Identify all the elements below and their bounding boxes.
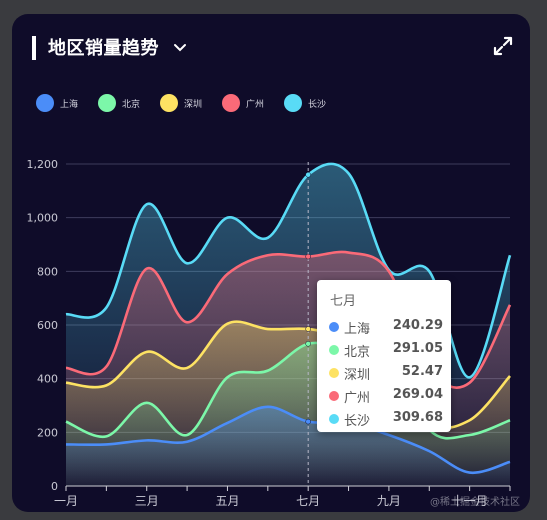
tooltip-value: 52.47 xyxy=(401,364,443,379)
y-tick-label: 1,200 xyxy=(27,158,59,171)
tooltip-row: 长沙 309.68 xyxy=(329,409,443,429)
x-tick-label: 三月 xyxy=(135,494,159,508)
y-tick-label: 400 xyxy=(37,373,58,386)
y-tick-label: 600 xyxy=(37,319,58,332)
watermark: @稀土掘金技术社区 xyxy=(430,497,520,508)
tooltip-series-name: 上海 xyxy=(344,322,371,337)
tooltip-value: 291.05 xyxy=(392,341,443,356)
hover-point-2 xyxy=(305,326,311,332)
x-tick-label: 一月 xyxy=(54,494,78,508)
tooltip-value: 269.04 xyxy=(392,387,443,402)
tooltip-series-name: 长沙 xyxy=(344,414,371,429)
tooltip-swatch xyxy=(329,414,339,424)
chart-card: 地区销量趋势 上海 北京 深圳 广州 长沙 0 200 400 600 800 1,000 1,20… xyxy=(12,14,530,512)
tooltip-value: 309.68 xyxy=(392,410,443,425)
tooltip-row: 广州 269.04 xyxy=(329,386,443,406)
tooltip-row: 北京 291.05 xyxy=(329,340,443,360)
tooltip-title: 七月 xyxy=(330,294,357,309)
hover-point-0 xyxy=(305,418,311,425)
tooltip-swatch xyxy=(329,391,339,401)
tooltip-row: 上海 240.29 xyxy=(329,317,443,337)
x-tick-label: 五月 xyxy=(215,494,239,508)
chart-plot: 02004006008001,0001,200一月 三月 五月 七月 九月 十一月 xyxy=(27,158,512,508)
y-tick-label: 800 xyxy=(37,265,58,278)
tooltip-series-name: 广州 xyxy=(344,391,371,406)
tooltip-series-name: 北京 xyxy=(344,345,371,360)
chart-tooltip: 七月 上海 240.29 北京 291.05 深圳 52.47 广州 269.04 长沙 309.… xyxy=(317,280,451,432)
y-tick-label: 0 xyxy=(51,480,58,493)
y-tick-label: 1,000 xyxy=(27,212,59,225)
hover-point-4 xyxy=(305,171,311,178)
hover-point-1 xyxy=(305,341,311,347)
tooltip-swatch xyxy=(329,368,339,378)
x-tick-label: 九月 xyxy=(377,494,401,508)
y-tick-label: 200 xyxy=(37,426,58,439)
tooltip-value: 240.29 xyxy=(392,318,443,333)
tooltip-series-name: 深圳 xyxy=(344,368,371,383)
tooltip-swatch xyxy=(329,322,339,332)
x-tick-label: 七月 xyxy=(296,494,320,508)
tooltip-row: 深圳 52.47 xyxy=(329,363,443,383)
hover-point-3 xyxy=(305,253,311,260)
tooltip-swatch xyxy=(329,345,339,355)
